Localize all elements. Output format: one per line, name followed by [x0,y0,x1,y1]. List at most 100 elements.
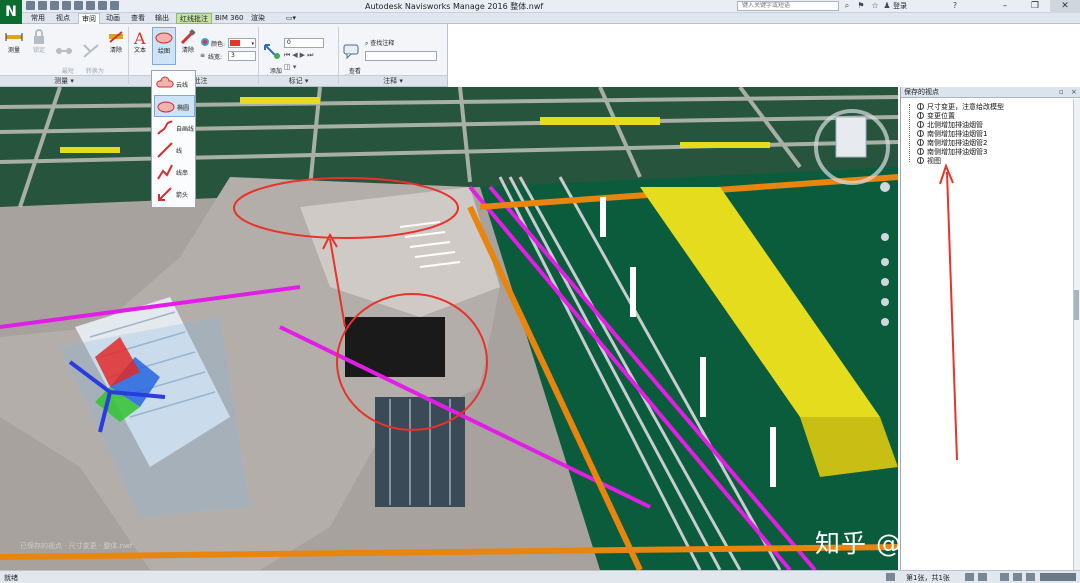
clear-measure-button[interactable]: 清除 [106,29,126,54]
viewpoint-icon [917,130,924,137]
viewpoint-item[interactable]: 北侧增加排油烟管 [903,121,983,130]
viewpoint-item[interactable]: 尺寸变更，注意给改模型 [903,103,1004,112]
panel-label-measure[interactable]: 测量 ▾ [0,75,128,86]
search-icon[interactable]: ⌕ [842,1,852,11]
ellipse-draw-icon [155,32,173,44]
menu-item-line[interactable]: 线 [154,139,195,161]
panel-scrollbar[interactable] [1073,99,1080,570]
customize-qat-icon[interactable] [110,1,119,10]
freehand-icon [157,120,173,135]
undo-icon[interactable] [74,1,83,10]
status-bar: 就绪 第1张，共1张 [0,570,1080,583]
find-comments-field[interactable] [365,51,437,61]
menu-item-polyline[interactable]: 线串 [154,161,195,183]
panel-close-icon[interactable]: × [1071,87,1077,98]
linewidth-icon: ≡ [200,52,206,59]
tag-number-field[interactable]: 0 [284,38,324,48]
convert-redline-icon [83,44,99,58]
linewidth-stepper[interactable]: 3 [228,51,256,61]
add-tag-icon [264,44,280,59]
tab-viewpoint[interactable]: 视点 [53,13,73,24]
next-sheet-icon[interactable] [978,573,987,581]
menu-item-freehand[interactable]: 自画线 [154,117,195,139]
minimize-button[interactable]: – [990,0,1020,13]
color-swatch-icon [200,38,210,48]
memory-usage-bar [1040,573,1076,581]
tab-overflow-icon[interactable]: ▭▾ [283,13,299,24]
memory-icon[interactable] [1026,573,1035,581]
help-icon[interactable]: ? [950,1,960,11]
panel-label-comments[interactable]: 注释 ▾ [339,75,447,86]
viewpoint-item[interactable]: 南侧增加排油烟管3 [903,148,987,157]
tab-home[interactable]: 常用 [28,13,48,24]
3d-viewport[interactable] [0,87,898,570]
viewpoint-icon [917,121,924,128]
menu-item-ellipse[interactable]: 椭圆 [154,95,195,117]
open-icon[interactable] [26,1,35,10]
viewport-status-overlay: 已保存的视点 · 尺寸变更 · 整体.nwf [20,542,133,550]
save-icon[interactable] [38,1,47,10]
subscription-icon[interactable]: ⚑ [856,1,866,11]
saved-viewpoints-header: 保存的视点 ▫ × [901,87,1080,98]
draw-dropdown-menu: 云线 椭圆 自画线 线 线串 箭头 [151,70,196,208]
user-icon[interactable]: ♟ [882,1,892,11]
eraser-icon [180,29,196,45]
pencil-icon[interactable] [1000,573,1009,581]
draw-button[interactable]: 绘图 [152,27,176,65]
find-comments-button[interactable]: ⌕ 查找注释 [365,38,394,48]
viewpoint-icon [917,157,924,164]
tab-animation[interactable]: 动画 [103,13,123,24]
sheet-indicator: 第1张，共1张 [906,574,950,582]
panel-label-tags[interactable]: 标记 ▾ [259,75,338,86]
window-title: Autodesk Navisworks Manage 2016 整体.nwf [365,2,544,11]
viewpoint-item[interactable]: 南侧增加排油烟管2 [903,139,987,148]
maximize-button[interactable]: ❐ [1020,0,1050,13]
app-logo[interactable]: N [0,0,22,24]
viewpoint-icon [917,112,924,119]
disk-icon[interactable] [1013,573,1022,581]
clear-redline-button[interactable]: 清除 [178,29,198,54]
measure-button[interactable]: 测量 [3,29,25,54]
tab-view[interactable]: 查看 [128,13,148,24]
tag-options-icon[interactable]: ◫ ▾ [284,63,296,71]
tab-bim360[interactable]: BIM 360 [215,13,244,24]
cloud-icon [156,76,174,88]
panel-scroll-thumb[interactable] [1074,290,1079,320]
viewpoint-icon [917,139,924,146]
bim-model-scene [0,87,898,570]
performance-icon[interactable] [886,573,895,581]
close-button[interactable]: ✕ [1050,0,1080,13]
select-icon[interactable] [98,1,107,10]
color-label: 颜色: [211,41,226,48]
menu-item-arrow[interactable]: 箭头 [154,183,195,205]
redo-icon[interactable] [86,1,95,10]
tab-redline[interactable]: 红线批注 [176,13,212,24]
lock-icon [34,29,44,44]
print-icon[interactable] [62,1,71,10]
tab-review[interactable]: 审阅 [78,13,100,24]
quick-access-toolbar[interactable] [26,1,119,12]
comment-icon [343,44,359,59]
panel-redline-arrow [939,163,958,461]
lock-button[interactable]: 锁定 [27,29,51,54]
login-link[interactable]: 登录 [893,1,907,11]
menu-item-cloud[interactable]: 云线 [154,73,195,95]
tag-navigation[interactable]: ⏮◀▶⏭ [284,51,315,60]
shortest-distance-icon [56,48,72,54]
viewpoint-item[interactable]: 变更位置 [903,112,955,121]
title-bar: Autodesk Navisworks Manage 2016 整体.nwf 键… [0,0,1080,13]
prev-sheet-icon[interactable] [965,573,974,581]
text-button[interactable]: A 文本 [130,29,150,54]
watermark-text: 知乎 @源海广筑 [815,529,1006,558]
tab-output[interactable]: 输出 [152,13,172,24]
saved-viewpoints-title: 保存的视点 [904,88,939,96]
clear-measure-icon [109,31,123,43]
color-picker[interactable]: ▾ [228,38,256,48]
tab-render[interactable]: 渲染 [248,13,268,24]
search-input[interactable]: 键入关键字或短语 [737,1,839,11]
favorites-icon[interactable]: ☆ [870,1,880,11]
status-text: 就绪 [4,574,18,582]
viewpoint-item[interactable]: 南侧增加排油烟管1 [903,130,987,139]
pin-icon[interactable]: ▫ [1059,87,1064,98]
refresh-icon[interactable] [50,1,59,10]
